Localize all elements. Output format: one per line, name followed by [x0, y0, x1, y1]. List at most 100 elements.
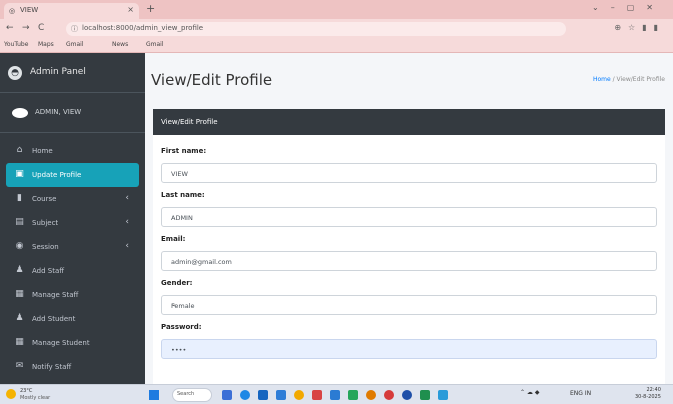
id-card-icon: ▣	[15, 169, 24, 179]
forward-icon[interactable]: →	[22, 23, 30, 33]
brand-name: Admin Panel	[30, 67, 86, 77]
sidebar-menu: ⌂ Home ▣ Update Profile ▮ Course ‹ ▤ Subject ‹ ◉ Se…	[0, 139, 145, 379]
table-icon: ▦	[15, 337, 24, 347]
sidebar-item-home[interactable]: ⌂ Home	[6, 139, 139, 163]
taskbar-app-icon[interactable]	[420, 390, 430, 400]
sidebar-item-session[interactable]: ◉ Session ‹	[6, 235, 139, 259]
main-content: View/Edit Profile Home / View/Edit Profi…	[145, 53, 673, 389]
window-controls[interactable]: ⌄–▢✕	[592, 3, 665, 12]
back-icon[interactable]: ←	[6, 23, 14, 33]
user-panel[interactable]: ADMIN, VIEW	[0, 93, 145, 133]
table-icon: ▦	[15, 289, 24, 299]
sidebar-item-label: Add Student	[32, 315, 76, 323]
sidebar-item-add-student[interactable]: ♟ Add Student	[6, 307, 139, 331]
sidebar-item-label: Add Staff	[32, 267, 65, 275]
user-plus-icon: ♟	[15, 313, 24, 323]
url-input[interactable]: ⓘ localhost:8000/admin_view_profile	[66, 22, 566, 36]
bookmark-item[interactable]: News	[112, 41, 128, 48]
browser-tab-bar: ◎ VIEW × + ⌄–▢✕	[0, 0, 673, 19]
sidebar-item-label: Manage Staff	[32, 291, 79, 299]
user-name: ADMIN, VIEW	[35, 108, 82, 116]
card-header: View/Edit Profile	[153, 109, 665, 135]
email-value: admin@gmail.com	[171, 258, 232, 266]
clock-icon: ◉	[15, 241, 24, 251]
sidebar-item-add-staff[interactable]: ♟ Add Staff	[6, 259, 139, 283]
sidebar: ◓ Admin Panel ADMIN, VIEW ⌂ Home ▣ Update P…	[0, 53, 145, 384]
bookmark-item[interactable]: Gmail	[146, 41, 164, 48]
sidebar-item-subject[interactable]: ▤ Subject ‹	[6, 211, 139, 235]
avatar	[12, 108, 28, 118]
bookmark-item[interactable]: Gmail	[66, 41, 84, 48]
temperature: 23°C	[20, 388, 33, 394]
taskbar-app-icon[interactable]	[330, 390, 340, 400]
close-tab-icon[interactable]: ×	[127, 5, 134, 14]
breadcrumb-current: View/Edit Profile	[616, 76, 665, 83]
taskbar-app-icon[interactable]	[258, 390, 268, 400]
start-button[interactable]	[149, 390, 159, 400]
sidebar-item-label: Home	[32, 147, 53, 155]
weather-icon	[6, 389, 16, 399]
email-label: Email:	[161, 235, 186, 243]
page-title: View/Edit Profile	[151, 71, 273, 89]
first-name-label: First name:	[161, 147, 207, 155]
first-name-field[interactable]: VIEW	[161, 163, 657, 183]
taskbar-app-icon[interactable]	[348, 390, 358, 400]
tab-title: VIEW	[20, 6, 39, 14]
book-icon: ▤	[15, 217, 24, 227]
sidebar-item-label: Subject	[32, 219, 59, 227]
chevron-left-icon: ‹	[125, 241, 129, 251]
last-name-field[interactable]: ADMIN	[161, 207, 657, 227]
sidebar-item-manage-staff[interactable]: ▦ Manage Staff	[6, 283, 139, 307]
card-title: View/Edit Profile	[161, 118, 218, 126]
clock-time: 22:40	[646, 387, 661, 393]
breadcrumb: Home / View/Edit Profile	[593, 76, 665, 83]
taskbar-app-icon[interactable]	[402, 390, 412, 400]
taskbar-search[interactable]: Search	[172, 388, 212, 402]
sidebar-item-notify-staff[interactable]: ✉ Notify Staff	[6, 355, 139, 379]
bookmark-item[interactable]: YouTube	[4, 41, 28, 48]
taskbar-app-icon[interactable]	[222, 390, 232, 400]
email-field[interactable]: admin@gmail.com	[161, 251, 657, 271]
sidebar-item-course[interactable]: ▮ Course ‹	[6, 187, 139, 211]
chevron-left-icon: ‹	[125, 193, 129, 203]
vscode-icon[interactable]	[438, 390, 448, 400]
taskbar-app-icon[interactable]	[240, 390, 250, 400]
info-icon: ⓘ	[71, 25, 78, 33]
first-name-value: VIEW	[171, 170, 188, 178]
gender-select[interactable]: Female ⌄	[161, 295, 657, 315]
taskbar-app-icon[interactable]	[276, 390, 286, 400]
clock[interactable]: 22:40 30-8-2025	[635, 387, 661, 401]
chrome-icon[interactable]	[294, 390, 304, 400]
bookmarks-bar: YouTube Maps Gmail News Gmail	[0, 39, 673, 53]
bookmark-icon: ▮	[17, 193, 22, 203]
weather-widget[interactable]: 23°C Mostly clear	[6, 388, 56, 402]
megaphone-icon: ✉	[15, 361, 24, 371]
breadcrumb-home-link[interactable]: Home	[593, 76, 611, 83]
home-icon: ⌂	[16, 145, 23, 155]
toolbar-icons[interactable]: ⊕☆▮▮	[614, 23, 665, 32]
chevron-left-icon: ‹	[125, 217, 129, 227]
globe-icon: ◎	[9, 7, 16, 15]
sidebar-item-update-profile[interactable]: ▣ Update Profile	[6, 163, 139, 187]
taskbar-app-icon[interactable]	[366, 390, 376, 400]
sidebar-item-label: Session	[32, 243, 59, 251]
browser-tab[interactable]: ◎ VIEW ×	[4, 3, 139, 19]
language-indicator[interactable]: ENG IN	[570, 390, 591, 397]
taskbar-app-icon[interactable]	[384, 390, 394, 400]
weather-condition: Mostly clear	[20, 395, 51, 401]
sidebar-item-label: Notify Staff	[32, 363, 72, 371]
sidebar-item-label: Course	[32, 195, 57, 203]
gender-label: Gender:	[161, 279, 193, 287]
new-tab-button[interactable]: +	[146, 2, 155, 15]
system-tray-icons[interactable]: ⌃ ☁ ◆	[520, 389, 539, 396]
brand[interactable]: ◓ Admin Panel	[0, 53, 145, 93]
address-bar-row: ← → C ⓘ localhost:8000/admin_view_profil…	[0, 19, 673, 39]
taskbar-search-label: Search	[177, 391, 195, 397]
sidebar-item-manage-student[interactable]: ▦ Manage Student	[6, 331, 139, 355]
url-text: localhost:8000/admin_view_profile	[82, 24, 204, 32]
password-field[interactable]: ••••	[161, 339, 657, 359]
bookmark-item[interactable]: Maps	[38, 41, 54, 48]
password-label: Password:	[161, 323, 202, 331]
taskbar-app-icon[interactable]	[312, 390, 322, 400]
reload-icon[interactable]: C	[38, 23, 44, 33]
